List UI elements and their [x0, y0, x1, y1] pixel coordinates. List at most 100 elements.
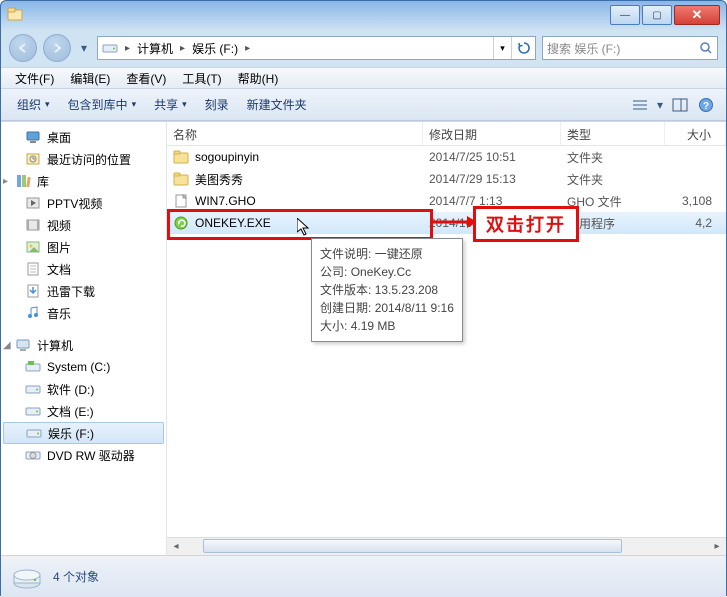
status-count: 4 个对象	[53, 568, 99, 585]
collapse-icon[interactable]: ◢	[3, 340, 11, 351]
content-area: 桌面 最近访问的位置 ▸ 库 PPTV视频 视频 图片 文档 迅雷下载 音乐	[1, 121, 726, 555]
sidebar-pictures[interactable]: 图片	[1, 236, 166, 258]
file-date: 2014/7/29 15:13	[423, 172, 561, 186]
file-name: sogoupinyin	[195, 150, 259, 164]
scroll-right-arrow[interactable]: ▸	[708, 538, 726, 556]
toolbar-newfolder[interactable]: 新建文件夹	[239, 93, 315, 117]
menu-help[interactable]: 帮助(H)	[230, 68, 287, 88]
column-date[interactable]: 修改日期	[423, 122, 561, 145]
column-type[interactable]: 类型	[561, 122, 665, 145]
toolbar-burn[interactable]: 刻录	[197, 93, 237, 117]
back-button[interactable]	[9, 34, 37, 62]
breadcrumb-computer[interactable]: 计算机	[133, 37, 177, 59]
toolbar-include[interactable]: 包含到库中▾	[60, 93, 145, 117]
file-type: 文件夹	[561, 171, 665, 188]
chevron-right-icon[interactable]: ▸	[177, 43, 188, 54]
titlebar: — ▢ ✕	[1, 1, 726, 29]
sidebar-item-label: System (C:)	[47, 360, 110, 374]
address-dropdown[interactable]: ▾	[493, 37, 511, 59]
file-name: WIN7.GHO	[195, 194, 256, 208]
sidebar-item-label: 迅雷下载	[47, 283, 95, 300]
forward-button[interactable]	[43, 34, 71, 62]
sidebar-drive-d[interactable]: 软件 (D:)	[1, 378, 166, 400]
sidebar-item-label: 文档	[47, 261, 71, 278]
chevron-right-icon[interactable]: ▸	[242, 43, 253, 54]
sidebar-item-label: 计算机	[37, 337, 73, 354]
sidebar-item-label: 软件 (D:)	[47, 381, 94, 398]
nav-history-dropdown[interactable]: ▾	[77, 36, 91, 60]
help-button[interactable]: ?	[694, 93, 718, 117]
sidebar-drive-c[interactable]: System (C:)	[1, 356, 166, 378]
sidebar-pptv[interactable]: PPTV视频	[1, 192, 166, 214]
sidebar-music[interactable]: 音乐	[1, 302, 166, 324]
status-bar: 4 个对象	[1, 555, 726, 597]
file-row[interactable]: 美图秀秀 2014/7/29 15:13 文件夹	[167, 168, 726, 190]
file-icon	[173, 193, 189, 209]
drive-icon	[102, 40, 118, 56]
dvd-icon	[25, 447, 41, 463]
sidebar-computer[interactable]: ◢ 计算机	[1, 334, 166, 356]
scroll-left-arrow[interactable]: ◂	[167, 538, 185, 556]
music-icon	[25, 305, 41, 321]
file-row[interactable]: sogoupinyin 2014/7/25 10:51 文件夹	[167, 146, 726, 168]
maximize-button[interactable]: ▢	[642, 5, 672, 25]
menu-file[interactable]: 文件(F)	[7, 68, 62, 88]
search-input[interactable]: 搜索 娱乐 (F:)	[542, 36, 718, 60]
close-button[interactable]: ✕	[674, 5, 720, 25]
sidebar-documents[interactable]: 文档	[1, 258, 166, 280]
libraries-icon	[15, 173, 31, 189]
menu-tools[interactable]: 工具(T)	[174, 68, 229, 88]
horizontal-scrollbar[interactable]: ◂ ▸	[167, 537, 726, 555]
search-placeholder: 搜索 娱乐 (F:)	[547, 40, 620, 57]
file-tooltip: 文件说明: 一键还原 公司: OneKey.Cc 文件版本: 13.5.23.2…	[311, 238, 463, 342]
toolbar-share[interactable]: 共享▾	[146, 93, 195, 117]
sidebar-drive-f[interactable]: 娱乐 (F:)	[3, 422, 164, 444]
sidebar-item-label: DVD RW 驱动器	[47, 447, 135, 464]
video-icon	[25, 217, 41, 233]
file-name: ONEKEY.EXE	[195, 216, 271, 230]
view-mode-button[interactable]	[628, 93, 652, 117]
menu-view[interactable]: 查看(V)	[118, 68, 174, 88]
sidebar-item-label: 图片	[47, 239, 71, 256]
sidebar-drive-e[interactable]: 文档 (E:)	[1, 400, 166, 422]
svg-text:?: ?	[703, 101, 709, 112]
sidebar-recent[interactable]: 最近访问的位置	[1, 148, 166, 170]
exe-icon	[173, 215, 189, 231]
file-row[interactable]: WIN7.GHO 2014/7/7 1:13 GHO 文件 3,108	[167, 190, 726, 212]
sidebar-item-label: 音乐	[47, 305, 71, 322]
video-icon	[25, 195, 41, 211]
drive-icon	[26, 425, 42, 441]
annotation-arrow	[433, 212, 473, 232]
menu-edit[interactable]: 编辑(E)	[62, 68, 118, 88]
sidebar-dvd[interactable]: DVD RW 驱动器	[1, 444, 166, 466]
drive-icon	[25, 403, 41, 419]
sidebar: 桌面 最近访问的位置 ▸ 库 PPTV视频 视频 图片 文档 迅雷下载 音乐	[1, 122, 167, 555]
drive-large-icon	[11, 561, 43, 593]
sidebar-desktop[interactable]: 桌面	[1, 126, 166, 148]
view-dropdown[interactable]: ▾	[654, 93, 666, 117]
file-name: 美图秀秀	[195, 171, 243, 188]
file-rows: sogoupinyin 2014/7/25 10:51 文件夹 美图秀秀 201…	[167, 146, 726, 537]
breadcrumb-drive[interactable]: 娱乐 (F:)	[188, 37, 242, 59]
sidebar-item-label: 库	[37, 173, 49, 190]
address-bar[interactable]: ▸ 计算机 ▸ 娱乐 (F:) ▸ ▾	[97, 36, 536, 60]
sidebar-item-label: 最近访问的位置	[47, 151, 131, 168]
search-icon	[699, 41, 713, 55]
sidebar-item-label: 视频	[47, 217, 71, 234]
computer-icon	[15, 337, 31, 353]
sidebar-libraries[interactable]: ▸ 库	[1, 170, 166, 192]
file-size: 4,2	[665, 216, 726, 230]
toolbar-organize[interactable]: 组织▾	[9, 93, 58, 117]
column-name[interactable]: 名称	[167, 122, 423, 145]
refresh-button[interactable]	[511, 37, 535, 59]
preview-pane-button[interactable]	[668, 93, 692, 117]
sidebar-xunlei[interactable]: 迅雷下载	[1, 280, 166, 302]
chevron-right-icon[interactable]: ▸	[122, 43, 133, 54]
folder-icon	[173, 149, 189, 165]
minimize-button[interactable]: —	[610, 5, 640, 25]
sidebar-video[interactable]: 视频	[1, 214, 166, 236]
toolbar: 组织▾ 包含到库中▾ 共享▾ 刻录 新建文件夹 ▾ ?	[1, 89, 726, 121]
expand-icon[interactable]: ▸	[3, 176, 8, 187]
sidebar-item-label: 娱乐 (F:)	[48, 425, 94, 442]
column-size[interactable]: 大小	[665, 122, 726, 145]
